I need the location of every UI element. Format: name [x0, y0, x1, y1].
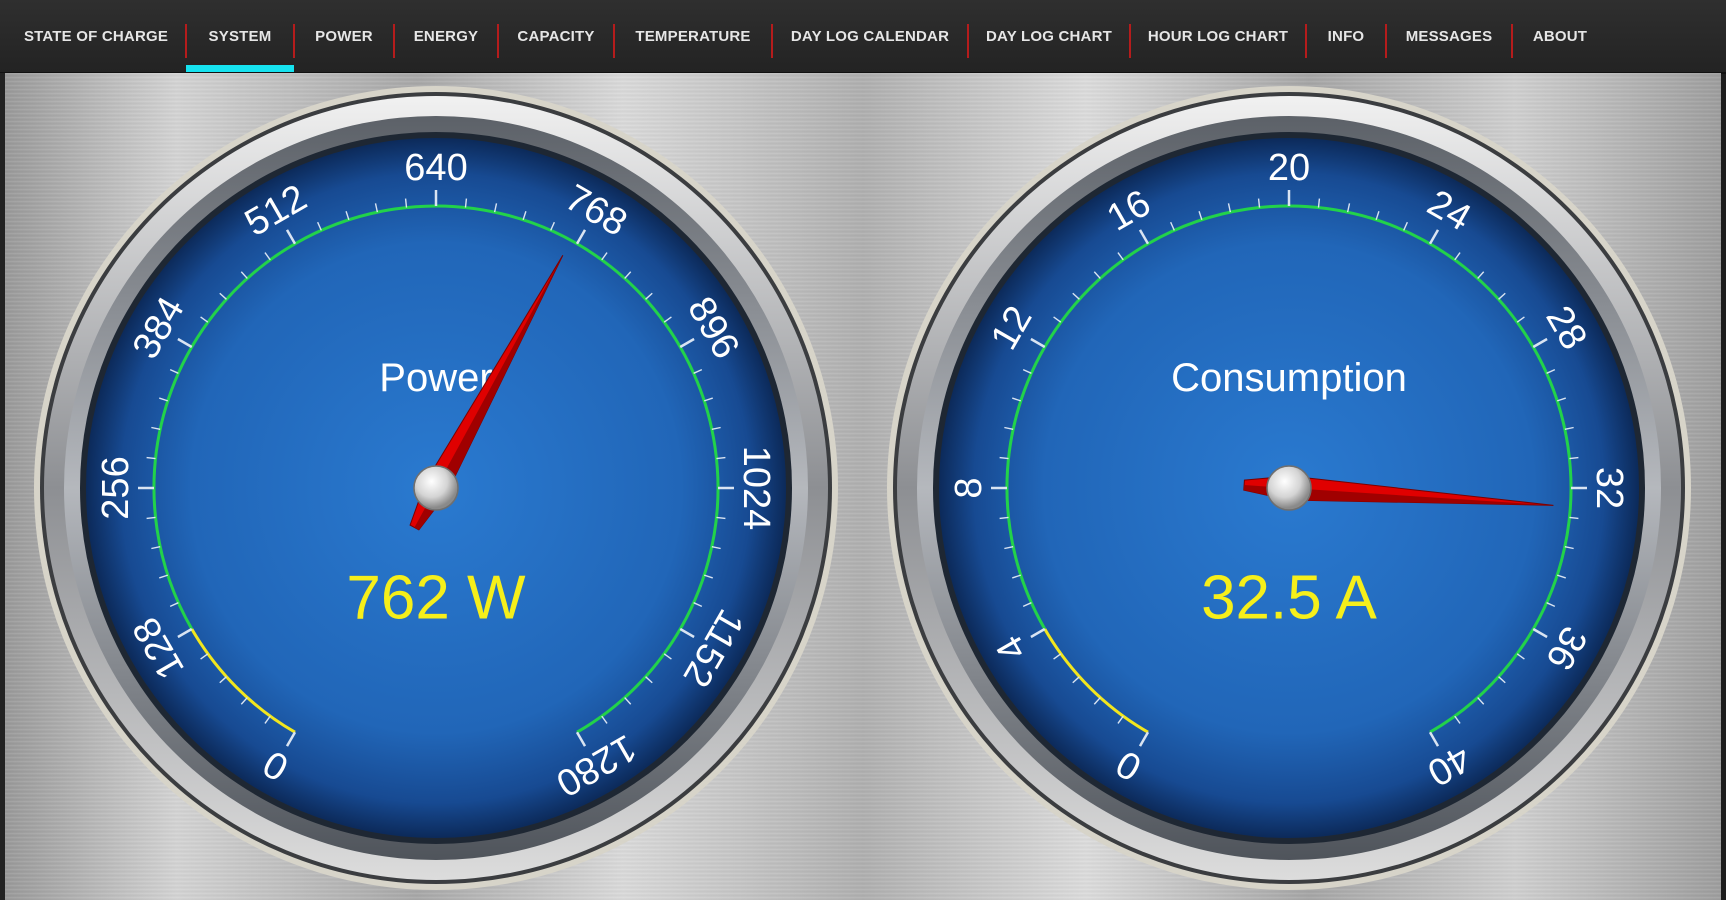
minor-tick [716, 516, 726, 520]
tick-label: 640 [404, 147, 467, 189]
minor-tick [1569, 456, 1579, 460]
minor-tick [146, 456, 156, 460]
tab-separator [1511, 24, 1513, 58]
gauge-reading: 32.5 A [1201, 564, 1377, 633]
tab-system[interactable]: SYSTEM [186, 0, 294, 72]
tab-day-log-chart[interactable]: DAY LOG CHART [968, 0, 1130, 72]
tab-power[interactable]: POWER [294, 0, 394, 72]
tick-label: 8 [948, 477, 990, 498]
tab-temperature[interactable]: TEMPERATURE [614, 0, 772, 72]
tab-energy[interactable]: ENERGY [394, 0, 498, 72]
minor-tick [1569, 516, 1579, 520]
tab-separator [967, 24, 969, 58]
tab-bar: STATE OF CHARGE SYSTEM POWER ENERGY CAPA… [0, 0, 1726, 74]
minor-tick [1317, 198, 1321, 208]
tab-separator [1129, 24, 1131, 58]
gauge-dial: 0481216202428323640Consumption32.5 A [887, 86, 1691, 890]
tab-separator [393, 24, 395, 58]
minor-tick [999, 516, 1009, 520]
power-gauge: 0 128 256 384 512 640 768 896 1024 1152 1280 Power 7… [28, 80, 844, 896]
consumption-gauge: 0 4 8 12 16 20 24 28 32 36 40 Consumption 32.5 A [881, 80, 1697, 896]
needle-hub [1266, 465, 1312, 511]
tab-info[interactable]: INFO [1306, 0, 1386, 72]
tab-separator [185, 24, 187, 58]
minor-tick [146, 516, 156, 520]
tab-separator [497, 24, 499, 58]
minor-tick [1257, 198, 1261, 208]
tick-label: 32 [1588, 467, 1630, 509]
tab-hour-log-chart[interactable]: HOUR LOG CHART [1130, 0, 1306, 72]
gauge-dial: 0128256384512640768896102411521280Power7… [34, 86, 838, 890]
tick-label: 256 [95, 456, 137, 519]
minor-tick [716, 456, 726, 460]
gauge-title: Power [379, 356, 492, 400]
tick-label: 1024 [735, 446, 777, 531]
needle-hub [413, 465, 459, 511]
tab-messages[interactable]: MESSAGES [1386, 0, 1512, 72]
tab-capacity[interactable]: CAPACITY [498, 0, 614, 72]
tab-separator [293, 24, 295, 58]
minor-tick [464, 198, 468, 208]
minor-tick [999, 456, 1009, 460]
tab-separator [613, 24, 615, 58]
gauge-reading: 762 W [346, 564, 526, 633]
tab-separator [1305, 24, 1307, 58]
tab-separator [1385, 24, 1387, 58]
gauge-title: Consumption [1171, 356, 1407, 400]
tick-label: 20 [1268, 147, 1310, 189]
tab-state-of-charge[interactable]: STATE OF CHARGE [6, 0, 186, 72]
tab-day-log-calendar[interactable]: DAY LOG CALENDAR [772, 0, 968, 72]
minor-tick [404, 198, 408, 208]
selected-tab-indicator [186, 65, 294, 72]
tab-separator [771, 24, 773, 58]
tab-about[interactable]: ABOUT [1512, 0, 1608, 72]
